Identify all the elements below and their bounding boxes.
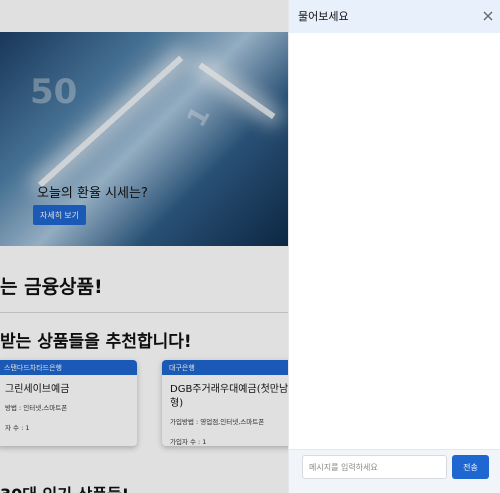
chat-footer: 전송: [289, 449, 500, 493]
chat-panel: 물어보세요 전송: [288, 0, 500, 493]
chat-header: 물어보세요: [289, 0, 500, 33]
modal-overlay[interactable]: [0, 0, 288, 493]
chat-title: 물어보세요: [298, 10, 349, 23]
message-input[interactable]: [302, 455, 447, 479]
chat-messages: [289, 33, 500, 449]
close-icon[interactable]: [481, 9, 495, 23]
send-button[interactable]: 전송: [452, 455, 489, 479]
